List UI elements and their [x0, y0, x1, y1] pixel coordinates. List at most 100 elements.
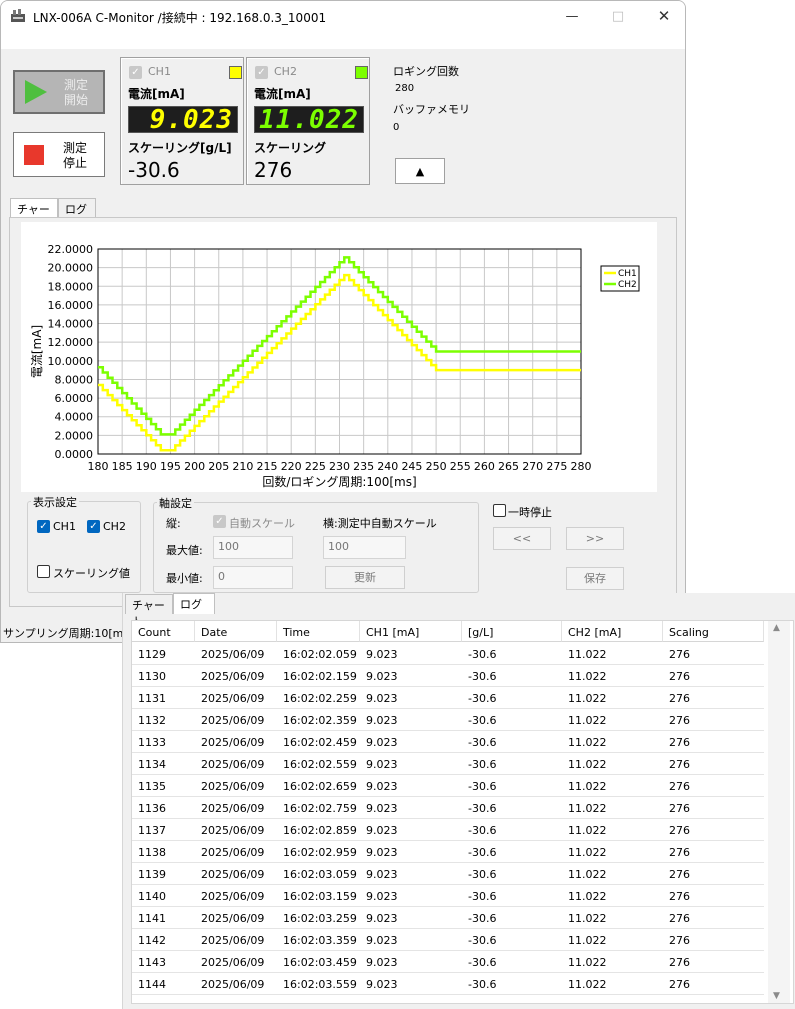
table-row[interactable]: 1139 2025/06/09 16:02:03.059 9.023 -30.6 11.0…	[132, 863, 764, 885]
current-chart: 180 185 190 195 200 205 210 215 220 225 230 235 240 2…	[30, 243, 640, 489]
table-cell: 9.023	[366, 956, 398, 969]
ch2-display-checkbox[interactable]: ✓	[87, 520, 100, 533]
table-row[interactable]: 1133 2025/06/09 16:02:02.459 9.023 -30.6 11.0…	[132, 731, 764, 753]
x-tick-label: 235	[353, 460, 374, 473]
column-header[interactable]: [g/L]	[462, 621, 562, 642]
table-row[interactable]: 1138 2025/06/09 16:02:02.959 9.023 -30.6 11.0…	[132, 841, 764, 863]
save-button[interactable]: 保存	[566, 567, 624, 590]
table-cell: 16:02:02.159	[283, 670, 357, 683]
min-value-label: 最小値:	[166, 572, 203, 585]
table-cell: 2025/06/09	[201, 978, 265, 991]
table-cell: -30.6	[468, 714, 497, 727]
table-row[interactable]: 1130 2025/06/09 16:02:02.159 9.023 -30.6 11.0…	[132, 665, 764, 687]
table-row[interactable]: 1143 2025/06/09 16:02:03.459 9.023 -30.6 11.0…	[132, 951, 764, 973]
ch1-display-checkbox[interactable]: ✓	[37, 520, 50, 533]
column-header[interactable]: Time	[277, 621, 360, 642]
table-row[interactable]: 1142 2025/06/09 16:02:03.359 9.023 -30.6 11.0…	[132, 929, 764, 951]
ch2-panel: ✓ CH2 電流[mA] 11.022 スケーリング 276	[246, 57, 370, 185]
table-row[interactable]: 1135 2025/06/09 16:02:02.659 9.023 -30.6 11.0…	[132, 775, 764, 797]
table-row[interactable]: 1140 2025/06/09 16:02:03.159 9.023 -30.6 11.0…	[132, 885, 764, 907]
x-tick-label: 205	[208, 460, 229, 473]
table-row[interactable]: 1144 2025/06/09 16:02:03.559 9.023 -30.6 11.0…	[132, 973, 764, 995]
log-table[interactable]: Count Date Time CH1 [mA] [g/L] CH2 [mA] Scalin…	[131, 620, 794, 1004]
prev-button[interactable]: <<	[493, 527, 551, 550]
y-tick-label: 4.0000	[55, 411, 94, 424]
table-cell: 11.022	[568, 758, 607, 771]
table-cell: 11.022	[568, 912, 607, 925]
log-scrollbar[interactable]: ▲ ▼	[768, 621, 790, 1003]
next-button[interactable]: >>	[566, 527, 624, 550]
column-header[interactable]: CH2 [mA]	[562, 621, 663, 642]
start-label-1: 測定	[63, 78, 88, 92]
table-cell: 9.023	[366, 780, 398, 793]
start-measurement-button[interactable]: 測定 開始	[13, 70, 105, 114]
auto-scale-label: 自動スケール	[229, 517, 295, 530]
table-row[interactable]: 1137 2025/06/09 16:02:02.859 9.023 -30.6 11.0…	[132, 819, 764, 841]
max-value-input[interactable]: 100	[213, 536, 293, 559]
collapse-up-button[interactable]: ▲	[395, 158, 445, 184]
table-cell: 276	[669, 802, 690, 815]
tab-chart[interactable]: チャート	[10, 198, 58, 232]
maximize-button[interactable]: □	[595, 1, 641, 32]
table-cell: 1132	[138, 714, 166, 727]
minimize-button[interactable]: —	[549, 1, 595, 32]
title-bar[interactable]: LNX-006A C-Monitor /接続中 : 192.168.0.3_10…	[1, 1, 685, 32]
close-button[interactable]: ✕	[641, 1, 685, 32]
chart-area: 180 185 190 195 200 205 210 215 220 225 230 235 240 2…	[21, 222, 657, 492]
table-row[interactable]: 1129 2025/06/09 16:02:02.059 9.023 -30.6 11.0…	[132, 643, 764, 665]
table-cell: -30.6	[468, 670, 497, 683]
window-title: LNX-006A C-Monitor /接続中 : 192.168.0.3_10…	[33, 11, 327, 25]
ch2-color-swatch[interactable]	[355, 66, 368, 79]
min-value-input[interactable]: 0	[213, 566, 293, 589]
table-cell: 16:02:02.359	[283, 714, 357, 727]
ch1-current-display: 9.023	[128, 106, 238, 134]
column-header[interactable]: Date	[195, 621, 277, 642]
table-cell: 11.022	[568, 956, 607, 969]
table-row[interactable]: 1141 2025/06/09 16:02:03.259 9.023 -30.6 11.0…	[132, 907, 764, 929]
table-cell: 1134	[138, 758, 166, 771]
scroll-down-icon[interactable]: ▼	[773, 991, 780, 1001]
x-tick-label: 190	[136, 460, 157, 473]
table-cell: 2025/06/09	[201, 846, 265, 859]
scroll-up-icon[interactable]: ▲	[773, 623, 780, 633]
column-header[interactable]: Scaling	[663, 621, 764, 642]
stop-measurement-button[interactable]: 測定 停止	[13, 132, 105, 177]
log-table-header: Count Date Time CH1 [mA] [g/L] CH2 [mA] Scalin…	[132, 621, 793, 642]
table-cell: 9.023	[366, 868, 398, 881]
table-cell: -30.6	[468, 758, 497, 771]
ch2-enable-checkbox[interactable]: ✓	[255, 66, 268, 79]
pause-checkbox[interactable]	[493, 504, 506, 517]
update-axis-button[interactable]: 更新	[325, 566, 405, 589]
column-header[interactable]: CH1 [mA]	[360, 621, 462, 642]
column-header[interactable]: Count	[132, 621, 195, 642]
table-row[interactable]: 1136 2025/06/09 16:02:02.759 9.023 -30.6 11.0…	[132, 797, 764, 819]
table-cell: 276	[669, 736, 690, 749]
table-cell: 9.023	[366, 846, 398, 859]
table-cell: 276	[669, 956, 690, 969]
vertical-axis-label: 縦:	[166, 517, 181, 530]
auto-scale-checkbox[interactable]: ✓	[213, 515, 226, 528]
ch1-enable-checkbox[interactable]: ✓	[129, 66, 142, 79]
ch1-color-swatch[interactable]	[229, 66, 242, 79]
log-tab-chart[interactable]: チャート	[125, 594, 173, 628]
toolbar-strip	[1, 32, 685, 49]
logging-count-value: 280	[395, 83, 415, 94]
table-cell: 9.023	[366, 692, 398, 705]
x-tick-label: 250	[426, 460, 447, 473]
table-row[interactable]: 1132 2025/06/09 16:02:02.359 9.023 -30.6 11.0…	[132, 709, 764, 731]
x-tick-label: 220	[281, 460, 302, 473]
ch2-scaling-value: 276	[254, 158, 293, 182]
table-row[interactable]: 1131 2025/06/09 16:02:02.259 9.023 -30.6 11.0…	[132, 687, 764, 709]
table-row[interactable]: 1134 2025/06/09 16:02:02.559 9.023 -30.6 11.0…	[132, 753, 764, 775]
log-tab-log[interactable]: ログ	[173, 593, 215, 614]
scaling-display-checkbox[interactable]	[37, 565, 50, 578]
horizontal-range-input[interactable]: 100	[323, 536, 406, 559]
table-cell: 1141	[138, 912, 166, 925]
table-cell: 9.023	[366, 912, 398, 925]
table-cell: 2025/06/09	[201, 736, 265, 749]
tab-log[interactable]: ログ	[58, 198, 96, 218]
table-cell: -30.6	[468, 934, 497, 947]
scaling-display-label: スケーリング値	[53, 567, 130, 580]
x-tick-label: 180	[88, 460, 109, 473]
table-cell: 276	[669, 692, 690, 705]
